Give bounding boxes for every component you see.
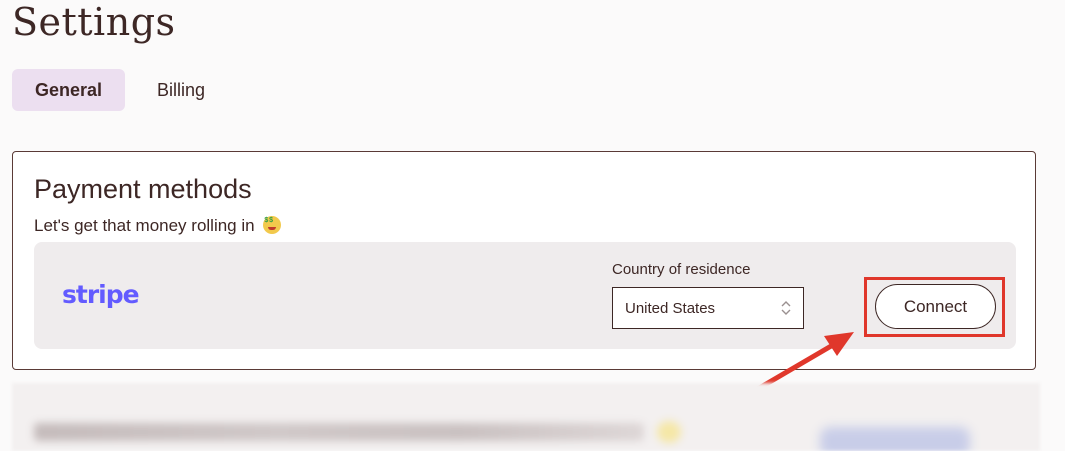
connect-button[interactable]: Connect bbox=[875, 284, 996, 329]
tab-general[interactable]: General bbox=[12, 69, 125, 111]
blurred-emoji-icon bbox=[657, 421, 681, 443]
payment-methods-card: Payment methods Let's get that money rol… bbox=[12, 151, 1036, 370]
settings-page: Settings General Billing Payment methods… bbox=[0, 0, 1065, 451]
money-mouth-face-icon bbox=[263, 216, 282, 234]
blurred-text bbox=[34, 423, 644, 441]
country-select-value: United States bbox=[625, 300, 716, 317]
settings-tabs: General Billing bbox=[12, 69, 225, 111]
country-of-residence-label: Country of residence bbox=[612, 261, 751, 278]
payment-methods-subtitle: Let's get that money rolling in bbox=[34, 216, 282, 236]
blurred-section bbox=[12, 383, 1040, 451]
page-title: Settings bbox=[12, 0, 176, 44]
payment-methods-subtitle-text: Let's get that money rolling in bbox=[34, 216, 255, 235]
tab-billing[interactable]: Billing bbox=[125, 69, 225, 111]
stripe-logo: stripe bbox=[62, 280, 140, 309]
blurred-widget bbox=[820, 427, 970, 451]
chevron-up-down-icon bbox=[781, 299, 791, 317]
payment-methods-title: Payment methods bbox=[34, 174, 252, 204]
